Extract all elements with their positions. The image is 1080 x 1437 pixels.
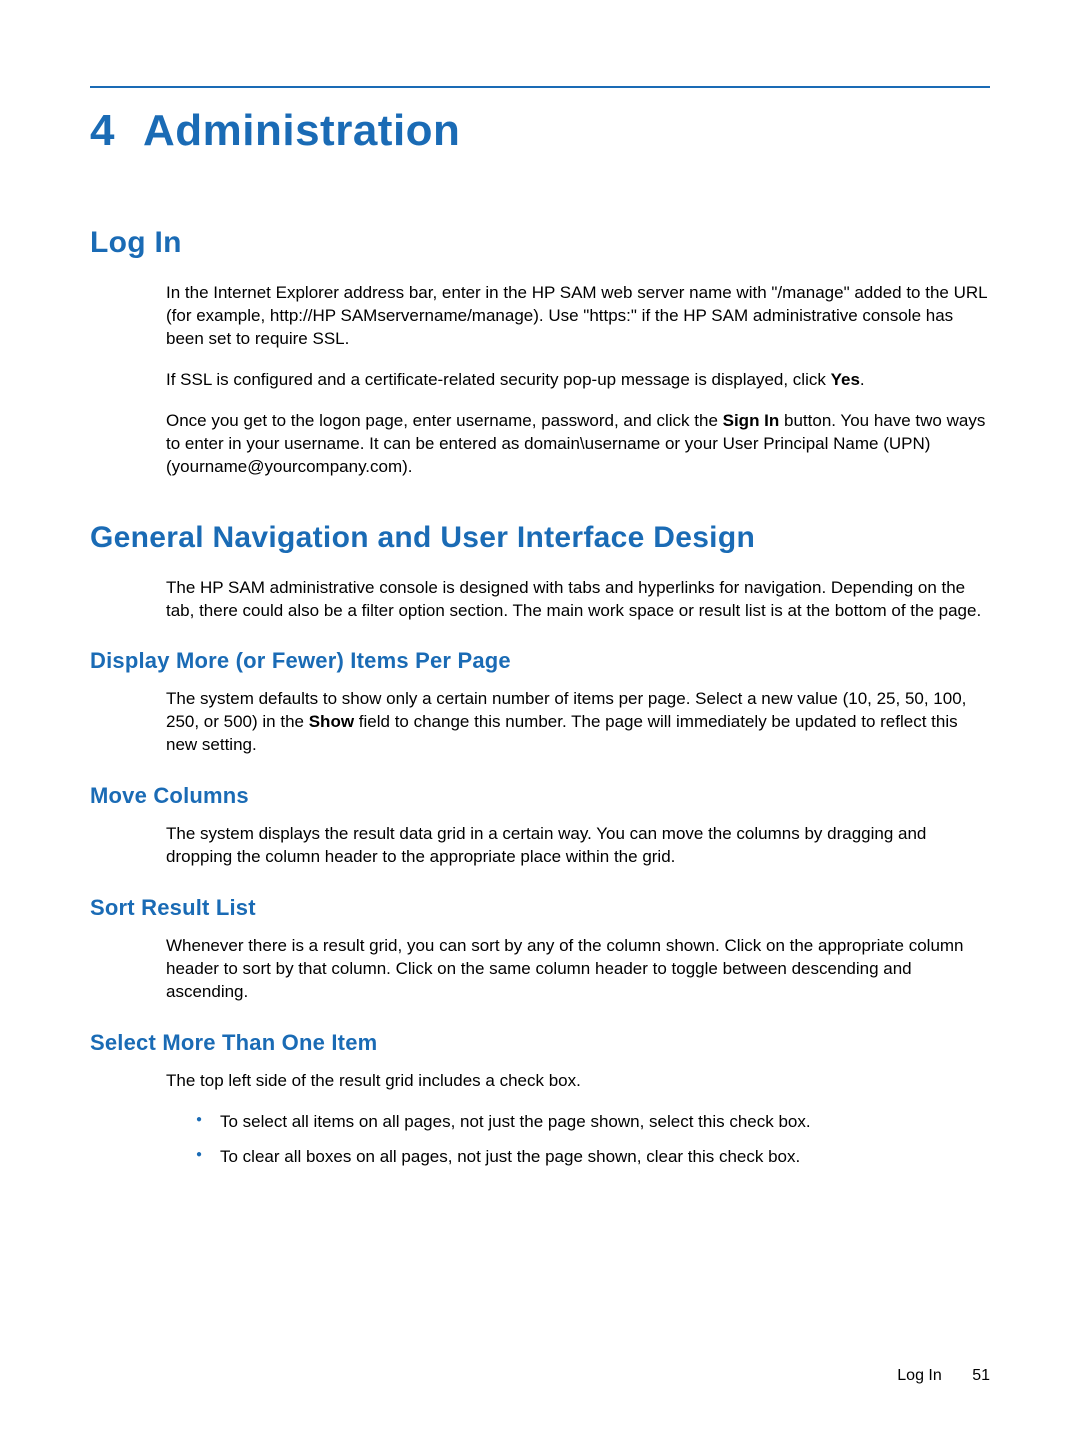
select-p1: The top left side of the result grid inc… [166,1070,990,1093]
login-p3: Once you get to the logon page, enter us… [166,410,990,479]
display-body: The system defaults to show only a certa… [166,688,990,757]
footer-page-number: 51 [972,1367,990,1384]
login-p2: If SSL is configured and a certificate-r… [166,369,990,392]
heading-move: Move Columns [90,783,990,809]
heading-display: Display More (or Fewer) Items Per Page [90,648,990,674]
sort-body: Whenever there is a result grid, you can… [166,935,990,1004]
list-item: To select all items on all pages, not ju… [196,1111,990,1134]
bold-signin: Sign In [723,411,780,430]
chapter-title: Administration [143,106,460,156]
login-body: In the Internet Explorer address bar, en… [166,282,990,479]
bold-yes: Yes [831,370,860,389]
chapter-heading: 4 Administration [90,106,990,156]
text: If SSL is configured and a certificate-r… [166,370,831,389]
heading-login: Log In [90,226,990,260]
text: . [860,370,865,389]
login-p1: In the Internet Explorer address bar, en… [166,282,990,351]
select-bullets: To select all items on all pages, not ju… [196,1111,990,1169]
page-footer: Log In 51 [897,1367,990,1385]
heading-sort: Sort Result List [90,895,990,921]
top-rule [90,86,990,88]
move-p1: The system displays the result data grid… [166,823,990,869]
heading-nav: General Navigation and User Interface De… [90,521,990,555]
nav-body: The HP SAM administrative console is des… [166,577,990,623]
footer-section: Log In [897,1367,941,1384]
text: Once you get to the logon page, enter us… [166,411,723,430]
select-body: The top left side of the result grid inc… [166,1070,990,1169]
heading-select: Select More Than One Item [90,1030,990,1056]
display-p1: The system defaults to show only a certa… [166,688,990,757]
nav-p1: The HP SAM administrative console is des… [166,577,990,623]
list-item: To clear all boxes on all pages, not jus… [196,1146,990,1169]
sort-p1: Whenever there is a result grid, you can… [166,935,990,1004]
move-body: The system displays the result data grid… [166,823,990,869]
bold-show: Show [309,712,354,731]
chapter-number: 4 [90,106,115,156]
